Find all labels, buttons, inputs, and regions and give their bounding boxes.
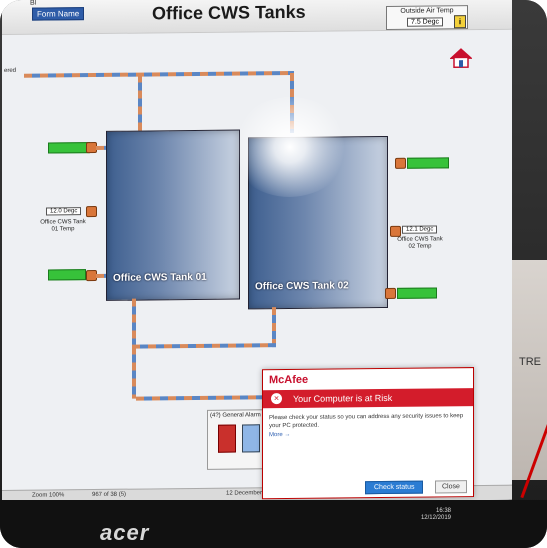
left-bottom-stub-pipe <box>96 273 106 279</box>
nav-top-text: Bl <box>30 0 37 7</box>
tank-02-label: Office CWS Tank 02 <box>255 280 349 293</box>
tank-01-temp-label: Office CWS Tank 01 Temp <box>40 219 86 233</box>
right-bottom-status-tag[interactable] <box>397 287 437 299</box>
title-bar: Bl Form Name Office CWS Tanks Outside Ai… <box>2 0 512 36</box>
monitor-chin: 16:38 12/12/2019 <box>0 500 547 548</box>
left-mid-valve-icon[interactable] <box>86 206 97 218</box>
wall-sign-text: TRE <box>519 356 541 368</box>
right-mid-valve-icon[interactable] <box>390 225 401 237</box>
home-icon[interactable] <box>450 47 472 69</box>
date-status: 12 December <box>226 490 263 497</box>
tank-02-outlet-pipe <box>272 307 276 348</box>
close-button[interactable]: Close <box>435 480 467 494</box>
left-bottom-status-tag[interactable] <box>48 269 86 281</box>
tank-02-temp-value: 12.1 Degc <box>402 225 438 234</box>
tank-01-temp-value: 12.0 Degc <box>46 207 82 216</box>
page-title: Office CWS Tanks <box>152 1 306 24</box>
right-top-status-tag[interactable] <box>407 157 449 169</box>
mcafee-popup: McAfee × Your Computer is at Risk Please… <box>262 367 474 500</box>
alarm-indicator-1[interactable] <box>218 424 236 453</box>
info-icon[interactable]: i <box>454 15 466 29</box>
taskbar-date: 12/12/2019 <box>420 515 451 521</box>
taskbar-clock: 16:38 12/12/2019 <box>421 508 451 522</box>
zoom-status: Zoom 100% <box>32 492 65 499</box>
outside-temp-value: 7.5 Degc <box>407 17 444 27</box>
lower-return-pipe <box>136 395 266 401</box>
right-bottom-valve-icon[interactable] <box>385 287 396 299</box>
right-top-valve-icon[interactable] <box>395 157 406 169</box>
outside-temp-label: Outside Air Temp <box>400 7 454 15</box>
pipe-to-tank-01 <box>138 74 142 131</box>
outlet-manifold-pipe <box>132 343 276 349</box>
inlet-label: ered <box>4 67 17 74</box>
photo-frame: TRE Bl Form Name Office CWS Tanks Outsid… <box>0 0 547 548</box>
tank-01[interactable]: Office CWS Tank 01 <box>106 129 240 301</box>
taskbar-time: 16:38 <box>435 508 451 514</box>
monitor-brand-logo: acer <box>100 520 150 545</box>
left-top-status-tag[interactable] <box>48 142 90 154</box>
form-name-button[interactable]: Form Name <box>32 7 85 21</box>
popup-warning-text: Your Computer is at Risk <box>293 392 393 404</box>
monitor-screen: Bl Form Name Office CWS Tanks Outside Ai… <box>2 0 512 506</box>
check-status-button[interactable]: Check status <box>365 480 424 495</box>
popup-brand: McAfee <box>269 373 309 387</box>
popup-warning-bar: × Your Computer is at Risk <box>263 388 473 409</box>
tank-02-temp-label: Office CWS Tank 02 Temp <box>397 236 443 250</box>
alarm-indicator-2[interactable] <box>242 424 260 453</box>
warning-x-icon: × <box>271 393 282 405</box>
left-top-stub-pipe <box>96 145 106 151</box>
main-inlet-pipe <box>24 70 294 78</box>
popup-body: Please check your status so you can addr… <box>269 413 464 430</box>
coords-status: 967 of 38 (5) <box>92 491 127 499</box>
tank-01-label: Office CWS Tank 01 <box>113 271 207 284</box>
alarm-label: (4?) General Alarm <box>210 412 261 419</box>
